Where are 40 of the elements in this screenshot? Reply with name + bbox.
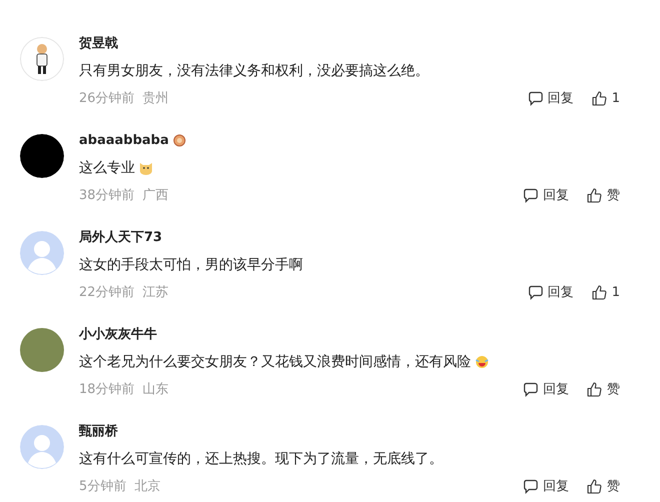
comment-icon <box>523 382 538 396</box>
comment-icon <box>523 478 538 494</box>
comment-time: 5分钟前 <box>79 478 126 495</box>
comment-text: 这女的手段太可怕，男的该早分手啊 <box>79 256 303 274</box>
user-name[interactable]: abaaabbaba <box>79 132 169 148</box>
comment-time: 18分钟前 <box>79 381 135 398</box>
comment-time: 26分钟前 <box>79 90 135 107</box>
reply-button[interactable]: 回复 <box>528 283 574 301</box>
comment-location: 山东 <box>142 381 169 398</box>
like-button[interactable]: 1 <box>592 284 620 300</box>
user-name[interactable]: 局外人天下73 <box>79 228 162 246</box>
comment-text: 只有男女朋友，没有法律义务和权利，没必要搞这么绝。 <box>79 62 429 80</box>
thumbs-up-icon <box>592 90 607 106</box>
thumbs-up-icon <box>587 478 602 494</box>
thumbs-up-icon <box>587 382 602 396</box>
like-button[interactable]: 1 <box>592 90 620 106</box>
comment-location: 贵州 <box>142 90 169 107</box>
comment-time: 38分钟前 <box>79 187 135 204</box>
comment-text: 这个老兄为什么要交女朋友？又花钱又浪费时间感情，还有风险 <box>79 353 471 371</box>
comment-text: 这么专业 <box>79 159 135 177</box>
user-name[interactable]: 甄丽桥 <box>79 422 118 440</box>
reply-button[interactable]: 回复 <box>523 477 569 495</box>
comment-location: 广西 <box>142 187 169 204</box>
comment-icon <box>528 90 543 106</box>
reply-button[interactable]: 回复 <box>523 380 569 398</box>
comment-text: 这有什么可宣传的，还上热搜。现下为了流量，无底线了。 <box>79 450 443 468</box>
user-name[interactable]: 贺昱戟 <box>79 34 118 52</box>
like-button[interactable]: 赞 <box>587 186 620 204</box>
reply-button[interactable]: 回复 <box>523 186 569 204</box>
comment-icon <box>523 188 538 202</box>
like-button[interactable]: 赞 <box>587 477 620 495</box>
comment-location: 江苏 <box>142 284 169 301</box>
comment-time: 22分钟前 <box>79 284 135 301</box>
thumbs-up-icon <box>592 284 607 300</box>
user-name[interactable]: 小小灰灰牛牛 <box>79 325 157 343</box>
comment-location: 北京 <box>134 478 160 495</box>
reply-button[interactable]: 回复 <box>528 89 574 107</box>
thumbs-up-icon <box>587 188 602 202</box>
like-button[interactable]: 赞 <box>587 380 620 398</box>
comment-icon <box>528 284 543 300</box>
